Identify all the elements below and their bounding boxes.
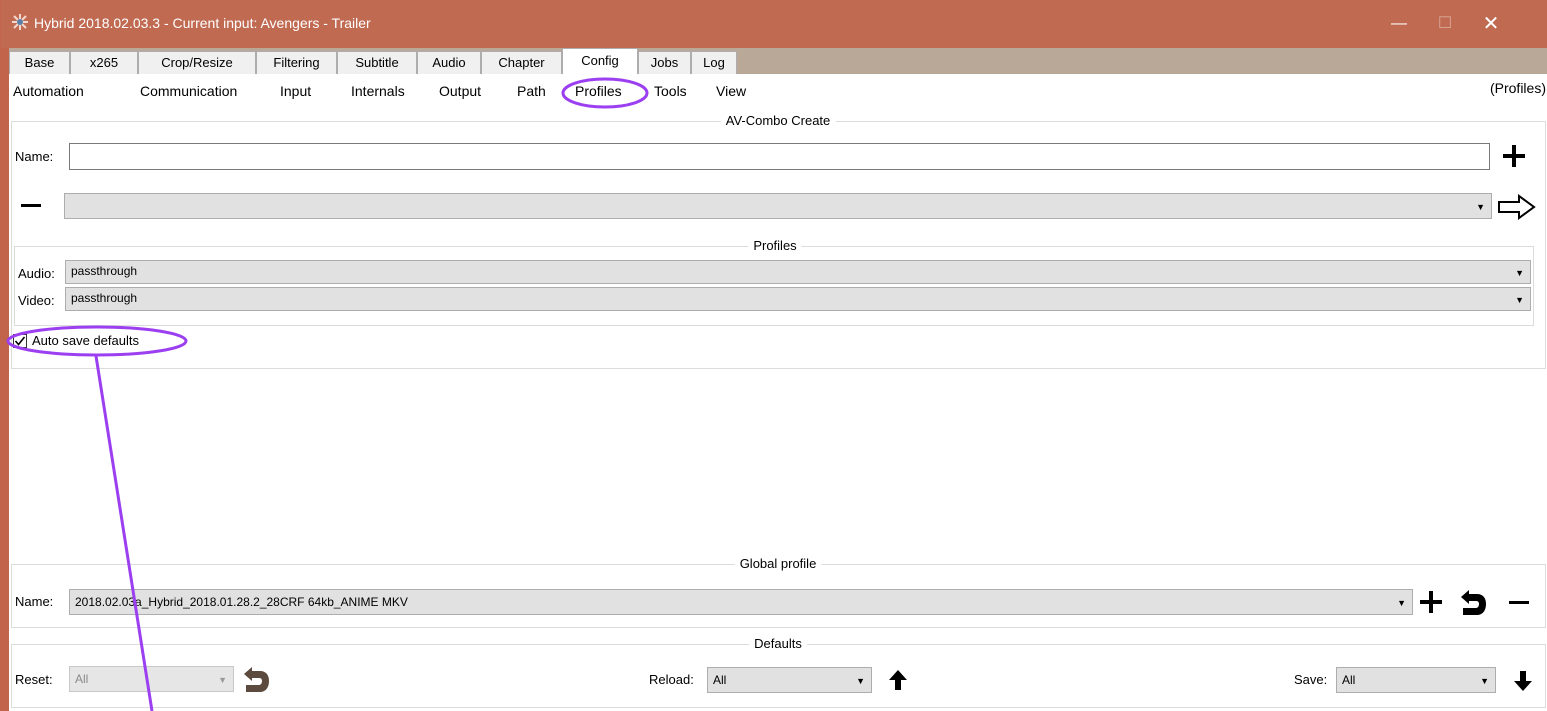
chevron-down-icon: ▼	[1515, 268, 1524, 278]
audio-profile-select[interactable]: passthrough ▼	[65, 260, 1531, 284]
audio-profile-value: passthrough	[71, 264, 138, 278]
tab-crop-resize[interactable]: Crop/Resize	[138, 51, 256, 74]
current-section-label: (Profiles)	[1489, 80, 1546, 96]
tab-base[interactable]: Base	[9, 51, 70, 74]
subtab-tools[interactable]: Tools	[654, 83, 687, 99]
save-select[interactable]: All ▼	[1336, 667, 1496, 693]
window-title: Hybrid 2018.02.03.3 - Current input: Ave…	[34, 15, 371, 31]
subtab-output[interactable]: Output	[439, 83, 481, 99]
av-combo-create-group: AV-Combo Create Name: ▼ Profiles Audio:	[11, 113, 1546, 369]
tab-config[interactable]: Config	[562, 48, 638, 74]
chevron-down-icon: ▼	[218, 675, 227, 685]
reload-label: Reload:	[649, 672, 694, 687]
subtab-profiles[interactable]: Profiles	[575, 83, 622, 99]
video-profile-value: passthrough	[71, 291, 138, 305]
minimize-button[interactable]: —	[1376, 6, 1422, 42]
subtab-path[interactable]: Path	[517, 83, 546, 99]
maximize-button[interactable]: ☐	[1422, 6, 1468, 42]
subtab-communication[interactable]: Communication	[140, 83, 237, 99]
arrow-right-icon[interactable]	[1497, 194, 1537, 220]
chevron-down-icon: ▼	[1480, 676, 1489, 686]
group-title-defaults: Defaults	[749, 636, 807, 651]
close-button[interactable]: ✕	[1468, 6, 1514, 42]
global-profile-value: 2018.02.03a_Hybrid_2018.01.28.2_28CRF 64…	[75, 595, 408, 609]
reload-select[interactable]: All ▼	[707, 667, 872, 693]
av-combo-select[interactable]: ▼	[64, 193, 1492, 219]
title-bar: Hybrid 2018.02.03.3 - Current input: Ave…	[1, 0, 1547, 48]
hybrid-app-icon	[12, 14, 28, 30]
app-window: Hybrid 2018.02.03.3 - Current input: Ave…	[0, 0, 1547, 711]
tab-jobs[interactable]: Jobs	[638, 51, 691, 74]
reset-value: All	[75, 672, 89, 686]
config-subnav: Automation Communication Input Internals…	[9, 74, 1547, 104]
reset-label: Reset:	[15, 672, 53, 687]
main-tab-bar: Base x265 Crop/Resize Filtering Subtitle…	[9, 48, 1547, 74]
subtab-automation[interactable]: Automation	[13, 83, 84, 99]
audio-profile-label: Audio:	[18, 266, 55, 281]
group-title-av-combo: AV-Combo Create	[720, 113, 836, 128]
checkmark-icon	[14, 336, 26, 346]
auto-save-label[interactable]: Auto save defaults	[32, 333, 139, 348]
tab-audio[interactable]: Audio	[417, 51, 481, 74]
minus-icon[interactable]	[1509, 600, 1531, 606]
chevron-down-icon: ▼	[856, 676, 865, 686]
reload-value: All	[713, 673, 727, 687]
global-profile-name-label: Name:	[15, 594, 54, 609]
av-combo-name-label: Name:	[15, 149, 54, 164]
tab-x265[interactable]: x265	[70, 51, 138, 74]
arrow-down-icon[interactable]	[1513, 670, 1533, 692]
group-title-global-profile: Global profile	[734, 556, 822, 571]
subtab-internals[interactable]: Internals	[351, 83, 405, 99]
profiles-group: Profiles Audio: passthrough ▼ Video: pas…	[14, 238, 1534, 326]
subtab-input[interactable]: Input	[280, 83, 311, 99]
defaults-group: Defaults Reset: All ▼ Reload: All ▼ Save…	[11, 636, 1546, 708]
subtab-view[interactable]: View	[716, 83, 746, 99]
chevron-down-icon: ▼	[1476, 202, 1485, 212]
global-profile-group: Global profile Name: 2018.02.03a_Hybrid_…	[11, 556, 1546, 628]
save-label: Save:	[1294, 672, 1328, 687]
chevron-down-icon: ▼	[1515, 295, 1524, 305]
auto-save-checkbox[interactable]	[13, 334, 27, 348]
save-value: All	[1342, 673, 1356, 687]
tab-log[interactable]: Log	[691, 51, 737, 74]
tab-chapter[interactable]: Chapter	[481, 51, 562, 74]
plus-icon[interactable]	[1502, 144, 1526, 168]
reset-select[interactable]: All ▼	[69, 666, 234, 692]
config-panel: Automation Communication Input Internals…	[9, 74, 1547, 711]
av-combo-name-input[interactable]	[69, 143, 1490, 170]
undo-icon	[244, 667, 269, 692]
tab-subtitle[interactable]: Subtitle	[337, 51, 417, 74]
arrow-up-icon[interactable]	[888, 669, 908, 691]
undo-icon[interactable]	[1457, 589, 1487, 617]
global-profile-select[interactable]: 2018.02.03a_Hybrid_2018.01.28.2_28CRF 64…	[69, 589, 1413, 615]
tab-filtering[interactable]: Filtering	[256, 51, 337, 74]
video-profile-select[interactable]: passthrough ▼	[65, 287, 1531, 311]
group-title-profiles: Profiles	[748, 238, 802, 253]
video-profile-label: Video:	[18, 293, 55, 308]
plus-icon[interactable]	[1419, 590, 1443, 614]
minus-icon[interactable]	[21, 202, 43, 210]
chevron-down-icon: ▼	[1397, 598, 1406, 608]
